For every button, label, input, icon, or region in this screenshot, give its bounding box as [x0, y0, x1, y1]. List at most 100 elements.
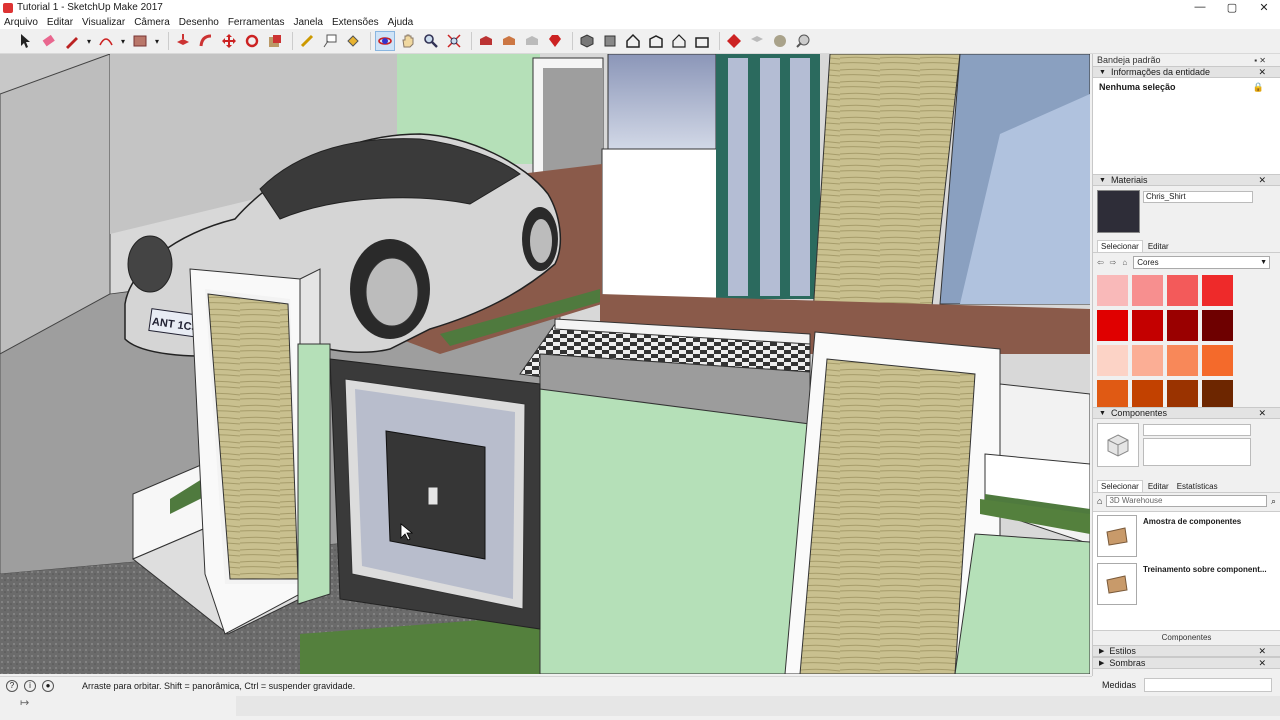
menu-janela[interactable]: Janela	[294, 17, 323, 28]
zoom-extents-button[interactable]	[444, 31, 464, 51]
lock-icon[interactable]: 🔒	[1253, 82, 1264, 93]
orbit-tool-button[interactable]	[375, 31, 395, 51]
list-item[interactable]: Treinamento sobre component...	[1093, 560, 1280, 608]
color-swatch[interactable]	[1097, 345, 1128, 376]
color-swatch[interactable]	[1132, 345, 1163, 376]
list-item[interactable]: Amostra de componentes	[1093, 512, 1280, 560]
component-name-field[interactable]	[1143, 424, 1251, 436]
measurements-input[interactable]	[1144, 678, 1273, 692]
entity-info-header[interactable]: ▼ Informações da entidade ✕	[1093, 66, 1280, 78]
tab-components-stats[interactable]: Estatísticas	[1174, 481, 1221, 492]
extension-warehouse-button[interactable]	[499, 31, 519, 51]
pin-icon[interactable]: ▪ ✕	[1254, 56, 1266, 65]
color-swatch[interactable]	[1167, 275, 1198, 306]
color-swatch[interactable]	[1097, 380, 1128, 407]
materials-collection-select[interactable]: Cores ▼	[1133, 255, 1270, 269]
zoom-tool-button[interactable]	[421, 31, 441, 51]
paint-bucket-tool-button[interactable]	[343, 31, 363, 51]
photo-match-button[interactable]	[793, 31, 813, 51]
styles-header[interactable]: ▶ Estilos ✕	[1093, 645, 1280, 657]
component-description-field[interactable]	[1143, 438, 1251, 466]
warehouse-button[interactable]	[476, 31, 496, 51]
current-material-swatch[interactable]	[1097, 190, 1140, 233]
right-view-button[interactable]	[646, 31, 666, 51]
menu-desenho[interactable]: Desenho	[179, 17, 219, 28]
geolocation-status-icon[interactable]: ?	[6, 679, 18, 692]
pan-tool-button[interactable]	[398, 31, 418, 51]
menu-arquivo[interactable]: Arquivo	[4, 17, 38, 28]
menu-editar[interactable]: Editar	[47, 17, 73, 28]
arc-tool-dropdown[interactable]: ▾	[119, 31, 127, 51]
maximize-button[interactable]: ▢	[1216, 1, 1248, 14]
model-viewport[interactable]: ANT 1CS	[0, 54, 1090, 674]
text-label-icon	[323, 34, 337, 48]
menu-extensoes[interactable]: Extensões	[332, 17, 379, 28]
resize-arrow-icon[interactable]: ↦	[20, 696, 29, 709]
menu-ferramentas[interactable]: Ferramentas	[228, 17, 285, 28]
forward-arrow-icon[interactable]: ⇨	[1110, 258, 1117, 267]
line-tool-dropdown[interactable]: ▾	[85, 31, 93, 51]
eraser-tool-button[interactable]	[39, 31, 59, 51]
color-swatch[interactable]	[1202, 310, 1233, 341]
color-swatch[interactable]	[1167, 380, 1198, 407]
select-tool-button[interactable]	[16, 31, 36, 51]
color-swatch[interactable]	[1202, 345, 1233, 376]
status-bar: ? i ● Arraste para orbitar. Shift = pano…	[0, 676, 1092, 694]
geo-location-button[interactable]	[770, 31, 790, 51]
follow-me-tool-button[interactable]	[196, 31, 216, 51]
home-icon[interactable]: ⌂	[1122, 258, 1127, 267]
line-tool-button[interactable]	[62, 31, 82, 51]
close-panel-icon[interactable]: ✕	[1258, 408, 1266, 419]
back-arrow-icon[interactable]: ⇦	[1097, 258, 1104, 267]
shadows-header[interactable]: ▶ Sombras ✕	[1093, 657, 1280, 669]
section-plane-button[interactable]	[724, 31, 744, 51]
close-panel-icon[interactable]: ✕	[1258, 175, 1266, 186]
back-view-button[interactable]	[669, 31, 689, 51]
color-swatch[interactable]	[1132, 380, 1163, 407]
user-account-icon[interactable]: ●	[42, 679, 54, 692]
push-pull-tool-button[interactable]	[173, 31, 193, 51]
credits-icon[interactable]: i	[24, 679, 36, 692]
tab-materials-select[interactable]: Selecionar	[1097, 240, 1143, 252]
front-view-button[interactable]	[623, 31, 643, 51]
text-tool-button[interactable]	[320, 31, 340, 51]
home-icon[interactable]: ⌂	[1097, 496, 1102, 506]
materials-header[interactable]: ▼ Materiais ✕	[1093, 174, 1280, 186]
color-swatch[interactable]	[1167, 310, 1198, 341]
menu-ajuda[interactable]: Ajuda	[388, 17, 414, 28]
search-icon[interactable]: ⌕	[1271, 496, 1276, 507]
warehouse-search-input[interactable]: 3D Warehouse	[1106, 495, 1267, 507]
close-panel-icon[interactable]: ✕	[1258, 67, 1266, 78]
menu-camera[interactable]: Câmera	[134, 17, 170, 28]
color-swatch[interactable]	[1132, 310, 1163, 341]
menu-visualizar[interactable]: Visualizar	[82, 17, 125, 28]
minimize-button[interactable]: —	[1184, 1, 1216, 14]
left-view-button[interactable]	[692, 31, 712, 51]
iso-view-button[interactable]	[577, 31, 597, 51]
tab-components-select[interactable]: Selecionar	[1097, 480, 1143, 492]
color-swatch[interactable]	[1097, 275, 1128, 306]
material-name-field[interactable]: Chris_Shirt	[1143, 191, 1253, 203]
top-view-button[interactable]	[600, 31, 620, 51]
arc-tool-button[interactable]	[96, 31, 116, 51]
rotate-tool-button[interactable]	[242, 31, 262, 51]
close-panel-icon[interactable]: ✕	[1258, 658, 1266, 669]
color-swatch[interactable]	[1132, 275, 1163, 306]
scale-tool-button[interactable]	[265, 31, 285, 51]
close-panel-icon[interactable]: ✕	[1258, 646, 1266, 657]
components-header[interactable]: ▼ Componentes ✕	[1093, 407, 1280, 419]
tab-components-edit[interactable]: Editar	[1145, 481, 1172, 492]
tape-measure-tool-button[interactable]	[297, 31, 317, 51]
color-swatch[interactable]	[1097, 310, 1128, 341]
shape-tool-button[interactable]	[130, 31, 150, 51]
close-button[interactable]: ✕	[1248, 1, 1280, 14]
sandbox-button[interactable]	[747, 31, 767, 51]
color-swatch[interactable]	[1167, 345, 1198, 376]
shape-tool-dropdown[interactable]: ▾	[153, 31, 161, 51]
move-tool-button[interactable]	[219, 31, 239, 51]
tab-materials-edit[interactable]: Editar	[1145, 241, 1172, 252]
color-swatch[interactable]	[1202, 275, 1233, 306]
share-model-button[interactable]	[522, 31, 542, 51]
layout-button[interactable]	[545, 31, 565, 51]
color-swatch[interactable]	[1202, 380, 1233, 407]
